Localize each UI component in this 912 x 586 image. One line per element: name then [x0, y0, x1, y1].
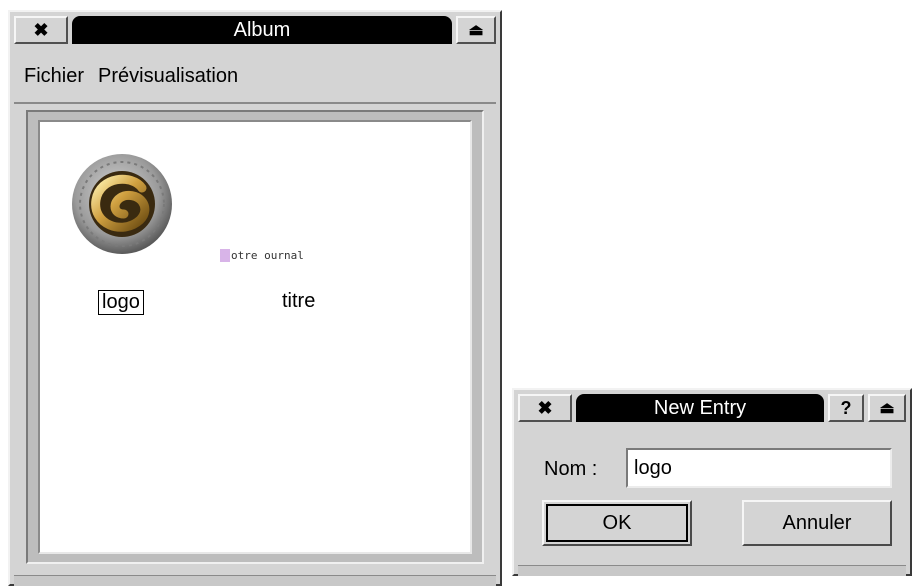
album-entry-titre[interactable]: otre ournal titre — [210, 222, 380, 322]
ok-label: OK — [602, 511, 632, 534]
menu-fichier[interactable]: Fichier — [18, 65, 90, 88]
collapse-icon: ⏏ — [879, 400, 895, 417]
album-entry-logo[interactable]: logo — [70, 152, 180, 322]
new-entry-dialog: ✖ New Entry ? ⏏ Nom : OK Annuler — [512, 388, 912, 576]
ok-button[interactable]: OK — [542, 500, 692, 546]
album-titlebar: ✖ Album ⏏ — [14, 16, 496, 44]
close-button[interactable]: ✖ — [14, 16, 68, 44]
dialog-bottom-edge — [518, 565, 906, 576]
entry-label-logo: logo — [98, 290, 144, 315]
dialog-close-button[interactable]: ✖ — [518, 394, 572, 422]
name-input[interactable] — [626, 448, 892, 488]
dialog-titlebar: ✖ New Entry ? ⏏ — [518, 394, 906, 422]
album-window: ✖ Album ⏏ Fichier Prévisualisation logo … — [8, 10, 502, 586]
album-title[interactable]: Album — [72, 16, 452, 44]
help-button[interactable]: ? — [828, 394, 864, 422]
close-icon: ✖ — [33, 19, 49, 40]
dialog-collapse-button[interactable]: ⏏ — [868, 394, 906, 422]
image-square-left — [220, 248, 230, 262]
cancel-button[interactable]: Annuler — [742, 500, 892, 546]
menu-previsualisation[interactable]: Prévisualisation — [92, 65, 244, 88]
close-icon: ✖ — [537, 397, 553, 418]
name-label: Nom : — [544, 458, 598, 480]
image-text: otre ournal — [231, 248, 304, 262]
album-canvas-frame: logo otre ournal titre — [26, 110, 484, 564]
window-title: Album — [233, 18, 291, 41]
titre-image: otre ournal — [220, 246, 370, 264]
gold-swirl-logo-icon — [72, 154, 172, 254]
collapse-icon: ⏏ — [468, 22, 484, 39]
dialog-title-bar[interactable]: New Entry — [576, 394, 824, 422]
help-icon: ? — [840, 397, 852, 418]
dialog-title: New Entry — [653, 396, 747, 419]
collapse-button[interactable]: ⏏ — [456, 16, 496, 44]
album-canvas[interactable]: logo otre ournal titre — [38, 120, 472, 554]
menu-bar: Fichier Prévisualisation — [14, 50, 496, 104]
entry-label-titre: titre — [282, 290, 316, 312]
cancel-label: Annuler — [782, 511, 852, 534]
horizontal-scrollbar[interactable] — [14, 575, 496, 586]
